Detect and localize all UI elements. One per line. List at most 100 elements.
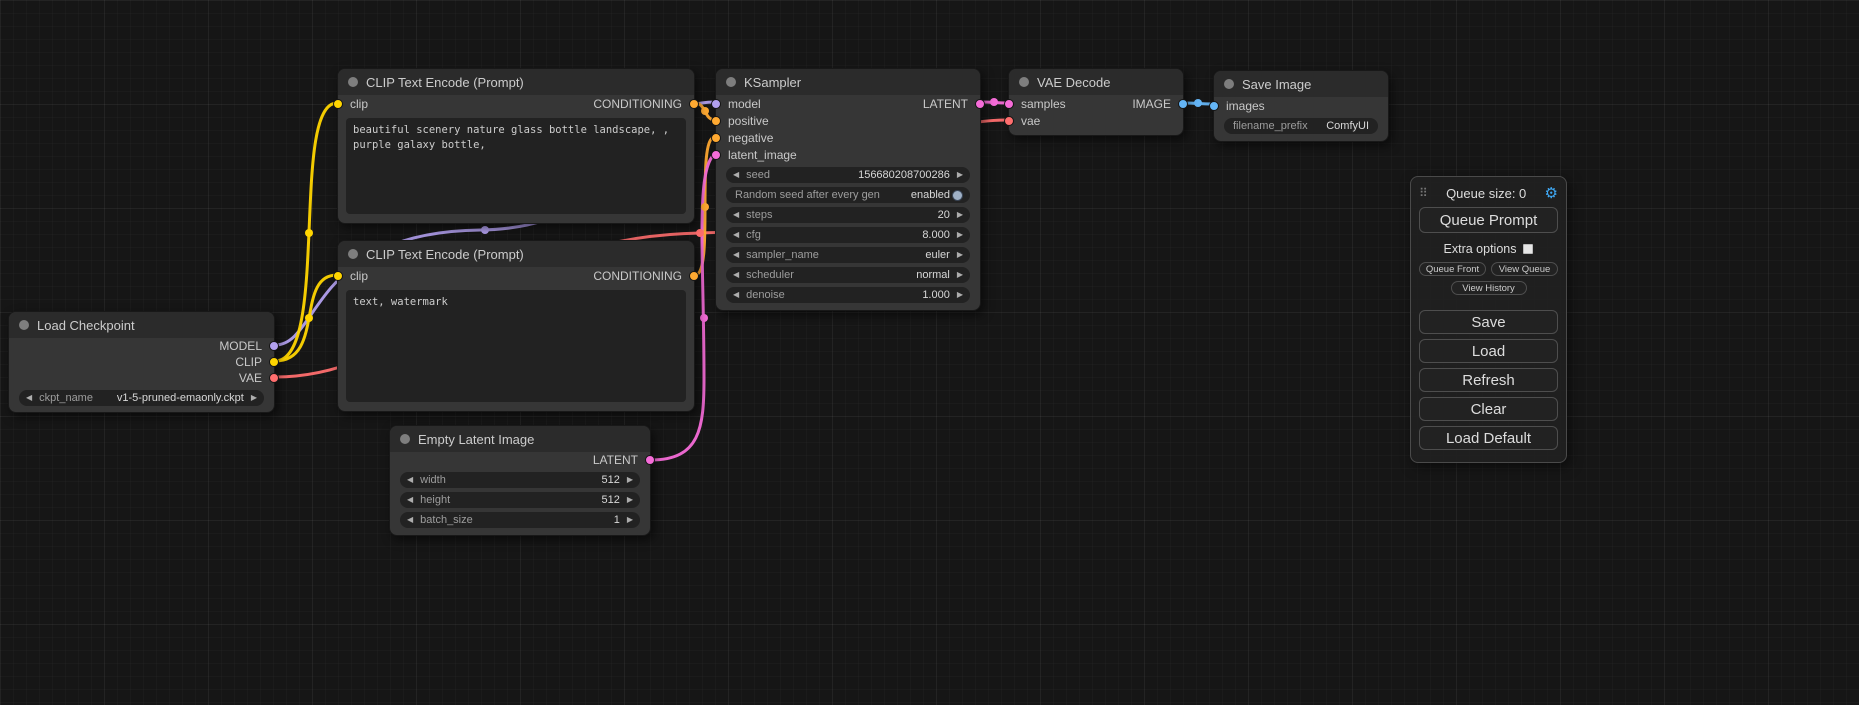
output-slot-vae[interactable] [269,373,279,383]
node-ksampler[interactable]: KSampler model LATENT positive negative … [715,68,981,311]
refresh-button[interactable]: Refresh [1419,368,1558,392]
decrement-icon[interactable]: ◀ [407,476,413,484]
node-title-bar[interactable]: KSampler [716,69,980,95]
increment-icon[interactable]: ▶ [957,231,963,239]
input-slot-clip[interactable] [333,99,343,109]
collapse-toggle-icon[interactable] [348,77,358,87]
collapse-toggle-icon[interactable] [400,434,410,444]
node-save-image[interactable]: Save Image images filename_prefix ComfyU… [1213,70,1389,142]
extra-options-label: Extra options [1444,242,1517,256]
clear-button[interactable]: Clear [1419,397,1558,421]
output-slot-image[interactable] [1178,99,1188,109]
node-title-bar[interactable]: VAE Decode [1009,69,1183,95]
node-title-bar[interactable]: CLIP Text Encode (Prompt) [338,241,694,267]
collapse-toggle-icon[interactable] [726,77,736,87]
input-slot-vae[interactable] [1004,116,1014,126]
slot-row: positive [716,112,980,129]
width-widget[interactable]: ◀ width 512 ▶ [400,472,640,488]
output-slot-conditioning[interactable] [689,271,699,281]
input-label: model [728,97,761,111]
decrement-icon[interactable]: ◀ [733,211,739,219]
prompt-text-input[interactable]: text, watermark [346,290,686,402]
ckpt-name-widget[interactable]: ◀ ckpt_name v1-5-pruned-emaonly.ckpt ▶ [19,390,264,406]
filename-prefix-widget[interactable]: filename_prefix ComfyUI [1224,118,1378,134]
save-button[interactable]: Save [1419,310,1558,334]
prev-value-icon[interactable]: ◀ [733,251,739,259]
steps-widget[interactable]: ◀ steps 20 ▶ [726,207,970,223]
node-title-bar[interactable]: Load Checkpoint [9,312,274,338]
scheduler-widget[interactable]: ◀ scheduler normal ▶ [726,267,970,283]
next-value-icon[interactable]: ▶ [957,271,963,279]
node-clip-text-encode-negative[interactable]: CLIP Text Encode (Prompt) clip CONDITION… [337,240,695,412]
node-vae-decode[interactable]: VAE Decode samples IMAGE vae [1008,68,1184,136]
input-slot-latent-image[interactable] [711,150,721,160]
output-row: LATENT [390,452,650,468]
random-seed-toggle-widget[interactable]: Random seed after every gen enabled [726,187,970,203]
widget-label: seed [746,169,770,181]
input-slot-negative[interactable] [711,133,721,143]
extra-options-checkbox[interactable] [1523,244,1533,254]
queue-prompt-button[interactable]: Queue Prompt [1419,207,1558,233]
node-title-bar[interactable]: CLIP Text Encode (Prompt) [338,69,694,95]
increment-icon[interactable]: ▶ [957,291,963,299]
output-slot-latent[interactable] [645,455,655,465]
load-button[interactable]: Load [1419,339,1558,363]
increment-icon[interactable]: ▶ [627,476,633,484]
queue-front-button[interactable]: Queue Front [1419,262,1486,276]
input-slot-images[interactable] [1209,101,1219,111]
output-slot-model[interactable] [269,341,279,351]
node-title-bar[interactable]: Save Image [1214,71,1388,97]
wire-midpoint-dot [990,98,998,106]
next-value-icon[interactable]: ▶ [957,251,963,259]
collapse-toggle-icon[interactable] [1019,77,1029,87]
output-row: MODEL [9,338,274,354]
input-slot-samples[interactable] [1004,99,1014,109]
collapse-toggle-icon[interactable] [19,320,29,330]
collapse-toggle-icon[interactable] [348,249,358,259]
node-canvas[interactable]: Load Checkpoint MODEL CLIP VAE ◀ ckpt_na… [0,0,1859,705]
increment-icon[interactable]: ▶ [627,496,633,504]
toggle-indicator[interactable] [952,190,963,201]
output-slot-conditioning[interactable] [689,99,699,109]
prev-value-icon[interactable]: ◀ [733,271,739,279]
decrement-icon[interactable]: ◀ [733,171,739,179]
node-title: CLIP Text Encode (Prompt) [366,75,524,90]
batch-size-widget[interactable]: ◀ batch_size 1 ▶ [400,512,640,528]
output-slot-latent[interactable] [975,99,985,109]
widget-value: 1.000 [922,289,950,301]
input-slot-clip[interactable] [333,271,343,281]
denoise-widget[interactable]: ◀ denoise 1.000 ▶ [726,287,970,303]
prev-value-icon[interactable]: ◀ [26,394,32,402]
input-slot-positive[interactable] [711,116,721,126]
decrement-icon[interactable]: ◀ [733,231,739,239]
decrement-icon[interactable]: ◀ [733,291,739,299]
increment-icon[interactable]: ▶ [957,211,963,219]
input-slot-model[interactable] [711,99,721,109]
increment-icon[interactable]: ▶ [627,516,633,524]
queue-small-buttons: Queue Front View Queue [1419,262,1558,276]
decrement-icon[interactable]: ◀ [407,516,413,524]
next-value-icon[interactable]: ▶ [251,394,257,402]
drag-handle-icon[interactable]: ⠿ [1419,186,1428,200]
sampler-name-widget[interactable]: ◀ sampler_name euler ▶ [726,247,970,263]
prompt-text-input[interactable]: beautiful scenery nature glass bottle la… [346,118,686,214]
output-slot-clip[interactable] [269,357,279,367]
wire-midpoint-dot [305,314,313,322]
node-clip-text-encode-positive[interactable]: CLIP Text Encode (Prompt) clip CONDITION… [337,68,695,224]
node-title-bar[interactable]: Empty Latent Image [390,426,650,452]
increment-icon[interactable]: ▶ [957,171,963,179]
collapse-toggle-icon[interactable] [1224,79,1234,89]
settings-gear-icon[interactable]: ⚙ [1545,186,1558,201]
height-widget[interactable]: ◀ height 512 ▶ [400,492,640,508]
node-empty-latent-image[interactable]: Empty Latent Image LATENT ◀ width 512 ▶ … [389,425,651,536]
seed-widget[interactable]: ◀ seed 156680208700286 ▶ [726,167,970,183]
view-queue-button[interactable]: View Queue [1491,262,1558,276]
load-default-button[interactable]: Load Default [1419,426,1558,450]
input-label: samples [1021,97,1066,111]
node-load-checkpoint[interactable]: Load Checkpoint MODEL CLIP VAE ◀ ckpt_na… [8,311,275,413]
input-label: negative [728,131,773,145]
cfg-widget[interactable]: ◀ cfg 8.000 ▶ [726,227,970,243]
input-label: vae [1021,114,1040,128]
view-history-button[interactable]: View History [1451,281,1527,295]
decrement-icon[interactable]: ◀ [407,496,413,504]
